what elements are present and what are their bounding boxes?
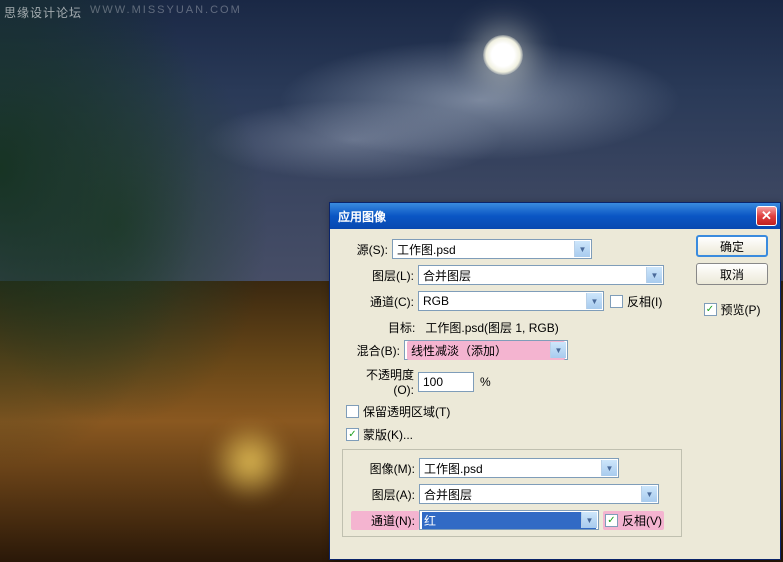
mask-image-label: 图像(M): — [351, 460, 419, 477]
street-lights — [150, 422, 350, 502]
preserve-transparency-checkbox[interactable] — [346, 405, 359, 418]
source-label: 源(S): — [342, 241, 392, 258]
chevron-down-icon: ▼ — [601, 460, 617, 476]
chevron-down-icon: ▼ — [550, 342, 566, 358]
mask-checkbox[interactable]: ✓ — [346, 428, 359, 441]
invert-channel-checkbox[interactable] — [610, 295, 623, 308]
mask-invert-label: 反相(V) — [622, 512, 662, 529]
layer-select[interactable]: 合并图层 ▼ — [418, 265, 664, 285]
invert-channel-label: 反相(I) — [627, 293, 662, 310]
mask-image-select[interactable]: 工作图.psd ▼ — [419, 458, 619, 478]
mask-fieldset: 图像(M): 工作图.psd ▼ 图层(A): 合并图层 ▼ 通道(N): — [342, 449, 682, 537]
close-icon: ✕ — [761, 208, 772, 224]
target-row: 目标: 工作图.psd(图层 1, RGB) — [388, 319, 682, 336]
target-value: 工作图.psd(图层 1, RGB) — [425, 321, 558, 335]
apply-image-dialog: 应用图像 ✕ 确定 取消 ✓ 预览(P) 源(S): 工作图.psd ▼ 图层(… — [329, 202, 781, 560]
blend-select[interactable]: 线性减淡（添加） ▼ — [404, 340, 568, 360]
chevron-down-icon: ▼ — [574, 241, 590, 257]
watermark-url: WWW.MISSYUAN.COM — [90, 4, 242, 16]
opacity-input[interactable] — [418, 372, 474, 392]
cancel-button[interactable]: 取消 — [696, 263, 768, 285]
button-column: 确定 取消 ✓ 预览(P) — [696, 235, 768, 318]
chevron-down-icon: ▼ — [641, 486, 657, 502]
opacity-pct: % — [474, 375, 491, 389]
mask-channel-label: 通道(N): — [351, 511, 419, 530]
opacity-label: 不透明度(O): — [346, 366, 418, 397]
preserve-transparency-label: 保留透明区域(T) — [363, 403, 450, 420]
chevron-down-icon: ▼ — [586, 293, 602, 309]
mask-invert-highlight: ✓ 反相(V) — [603, 511, 664, 530]
blend-label: 混合(B): — [346, 342, 404, 359]
chevron-down-icon: ▼ — [646, 267, 662, 283]
close-button[interactable]: ✕ — [756, 206, 777, 226]
mask-invert-checkbox[interactable]: ✓ — [605, 514, 618, 527]
mask-layer-label: 图层(A): — [351, 486, 419, 503]
watermark-text: 思缘设计论坛 — [4, 4, 82, 21]
preview-checkbox[interactable]: ✓ — [704, 303, 717, 316]
titlebar[interactable]: 应用图像 ✕ — [330, 203, 780, 229]
layer-label: 图层(L): — [360, 267, 418, 284]
ok-button[interactable]: 确定 — [696, 235, 768, 257]
mask-label: 蒙版(K)... — [363, 426, 413, 443]
chevron-down-icon: ▼ — [581, 512, 597, 528]
dialog-title: 应用图像 — [338, 208, 756, 225]
mask-layer-select[interactable]: 合并图层 ▼ — [419, 484, 659, 504]
preview-row: ✓ 预览(P) — [704, 301, 761, 318]
moon — [483, 35, 523, 75]
target-label: 目标: — [388, 321, 415, 335]
channel-select[interactable]: RGB ▼ — [418, 291, 604, 311]
preview-label: 预览(P) — [721, 301, 761, 318]
channel-label: 通道(C): — [360, 293, 418, 310]
dialog-body: 确定 取消 ✓ 预览(P) 源(S): 工作图.psd ▼ 图层(L): 合并图… — [330, 229, 780, 559]
source-select[interactable]: 工作图.psd ▼ — [392, 239, 592, 259]
mask-channel-select[interactable]: 红 ▼ — [419, 510, 599, 530]
